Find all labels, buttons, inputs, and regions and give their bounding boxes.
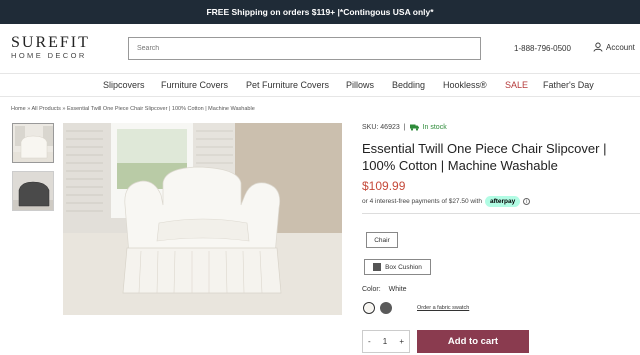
nav-item-pet-furniture-covers[interactable]: Pet Furniture Covers bbox=[246, 80, 329, 90]
divider bbox=[362, 213, 640, 214]
account-label: Account bbox=[606, 42, 635, 52]
thumbnail-gray-chair-image bbox=[13, 172, 53, 210]
qty-minus-button[interactable]: - bbox=[368, 337, 371, 346]
chair-slipcover-image bbox=[63, 123, 342, 315]
thumbnail-gray-chair[interactable] bbox=[12, 171, 54, 211]
nav-item-slipcovers[interactable]: Slipcovers bbox=[103, 80, 145, 90]
quantity-stepper: - 1 + bbox=[362, 330, 410, 353]
add-to-cart-button[interactable]: Add to cart bbox=[417, 330, 529, 353]
info-icon[interactable]: i bbox=[523, 198, 531, 205]
site-header: SUREFIT HOME DECOR 1-888-796-0500 Accoun… bbox=[0, 24, 640, 70]
nav-item-fathers-day[interactable]: Father's Day bbox=[543, 80, 594, 90]
qty-value[interactable]: 1 bbox=[383, 337, 387, 346]
breadcrumb[interactable]: Home » All Products » Essential Twill On… bbox=[11, 106, 255, 112]
phone-number[interactable]: 1-888-796-0500 bbox=[514, 44, 571, 53]
cushion-swatch-icon bbox=[373, 263, 382, 271]
qty-plus-button[interactable]: + bbox=[399, 337, 404, 346]
logo[interactable]: SUREFIT HOME DECOR bbox=[11, 35, 107, 61]
sku-text: SKU: 46923 bbox=[362, 124, 400, 131]
option-box-cushion-button[interactable]: Box Cushion bbox=[364, 259, 431, 275]
product-main-image[interactable] bbox=[63, 123, 342, 315]
swatch-gray[interactable] bbox=[380, 302, 392, 314]
logo-bottom-text: HOME DECOR bbox=[11, 51, 87, 60]
option-chair-button[interactable]: Chair bbox=[366, 232, 398, 248]
option-box-cushion-label: Box Cushion bbox=[385, 263, 422, 271]
main-nav: Slipcovers Furniture Covers Pet Furnitur… bbox=[0, 73, 640, 97]
nav-item-hookless[interactable]: Hookless® bbox=[443, 80, 487, 90]
nav-item-sale[interactable]: SALE bbox=[505, 80, 528, 90]
option-chair-label: Chair bbox=[374, 236, 390, 244]
search-input[interactable] bbox=[128, 37, 481, 60]
nav-item-pillows[interactable]: Pillows bbox=[346, 80, 374, 90]
product-price: $109.99 bbox=[362, 179, 406, 193]
nav-item-furniture-covers[interactable]: Furniture Covers bbox=[161, 80, 228, 90]
color-row: Color: White bbox=[362, 286, 407, 293]
color-label: Color: bbox=[362, 286, 381, 293]
truck-icon bbox=[409, 124, 419, 131]
logo-top-text: SUREFIT bbox=[11, 34, 90, 51]
promo-banner: FREE Shipping on orders $119+ |*Contingo… bbox=[0, 0, 640, 24]
sku-row: SKU: 46923 | In stock bbox=[362, 124, 447, 131]
promo-text: FREE Shipping on orders $119+ |*Contingo… bbox=[206, 7, 434, 17]
user-icon bbox=[593, 42, 603, 52]
order-swatch-link[interactable]: Order a fabric swatch bbox=[417, 305, 469, 311]
afterpay-text: or 4 interest-free payments of $27.50 wi… bbox=[362, 198, 482, 205]
account-link[interactable]: Account bbox=[593, 42, 635, 52]
product-title: Essential Twill One Piece Chair Slipcove… bbox=[362, 141, 607, 173]
afterpay-row: or 4 interest-free payments of $27.50 wi… bbox=[362, 196, 531, 207]
afterpay-badge[interactable]: afterpay bbox=[484, 196, 521, 207]
nav-item-bedding[interactable]: Bedding bbox=[392, 80, 425, 90]
thumbnail-white-chair[interactable] bbox=[12, 123, 54, 163]
swatch-white[interactable] bbox=[363, 302, 375, 314]
stock-status: In stock bbox=[422, 124, 447, 131]
color-value: White bbox=[388, 286, 407, 293]
thumbnail-white-chair-image bbox=[13, 124, 53, 162]
